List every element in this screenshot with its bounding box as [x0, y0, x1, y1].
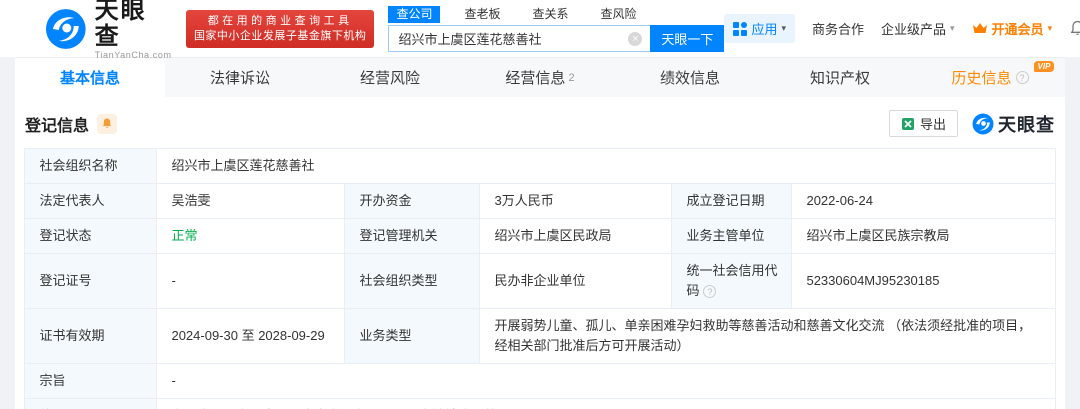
- field-value: 绍兴市上虞区民族宗教局: [792, 219, 1055, 254]
- detail-nav-tabs: 基本信息 法律诉讼 经营风险 经营信息 2 绩效信息 知识产权 VIP 历史信息…: [15, 57, 1065, 97]
- table-row: 证书有效期 2024-09-30 至 2028-09-29 业务类型 开展弱势儿…: [25, 309, 1055, 364]
- business-coop-link[interactable]: 商务合作: [812, 19, 864, 38]
- field-value: 吴浩雯: [157, 184, 345, 219]
- header-menu: 应用 ▾ 商务合作 企业级产品 ▾ 开通会员 ▾ 超级... ▾: [724, 14, 1080, 43]
- field-value: 52330604MJ95230185: [792, 254, 1055, 309]
- tianyancha-swirl-icon: [45, 8, 87, 50]
- tab-basic-info[interactable]: 基本信息: [15, 58, 165, 97]
- section-title: 登记信息: [25, 112, 89, 136]
- table-row: 社会组织名称 绍兴市上虞区莲花慈善社: [25, 149, 1055, 184]
- field-label: 社会组织类型: [345, 254, 480, 309]
- content-card: 基本信息 法律诉讼 经营风险 经营信息 2 绩效信息 知识产权 VIP 历史信息…: [15, 57, 1065, 409]
- registration-table: 社会组织名称 绍兴市上虞区莲花慈善社 法定代表人 吴浩雯 开办资金 3万人民币 …: [24, 148, 1055, 409]
- chevron-down-icon: ▾: [1048, 23, 1053, 34]
- table-row: 登记证号 - 社会组织类型 民办非企业单位 统一社会信用代码? 52330604…: [25, 254, 1055, 309]
- crown-icon: [972, 22, 988, 35]
- field-label: 成立登记日期: [672, 184, 792, 219]
- search-tab-risk[interactable]: 查风险: [592, 6, 644, 23]
- field-label: 证书有效期: [25, 309, 157, 364]
- table-row: 住所 浙江省绍兴市上虞区百官街道城东工业园区高铁辅路百草寺: [25, 399, 1055, 409]
- field-label: 社会组织名称: [25, 149, 157, 184]
- field-value: 民办非企业单位: [480, 254, 672, 309]
- chevron-down-icon: ▾: [950, 23, 955, 34]
- bell-icon: [1069, 20, 1080, 37]
- field-label: 宗旨: [25, 364, 157, 399]
- help-icon[interactable]: ?: [1016, 71, 1029, 84]
- logo-title: 天眼查: [95, 0, 172, 50]
- table-row: 登记状态 正常 登记管理机关 绍兴市上虞区民政局 业务主管单位 绍兴市上虞区民族…: [25, 219, 1055, 254]
- watermark-logo: 天眼查: [972, 111, 1055, 137]
- search-tab-boss[interactable]: 查老板: [456, 6, 508, 23]
- tab-legal-proceedings[interactable]: 法律诉讼: [165, 58, 315, 97]
- status-badge: 正常: [157, 219, 345, 254]
- apps-grid-icon: [733, 22, 747, 36]
- tab-history-info[interactable]: VIP 历史信息 ?: [915, 58, 1065, 97]
- tab-count-badge: 2: [568, 72, 574, 84]
- field-label: 开办资金: [345, 184, 480, 219]
- top-header: 天眼查 TianYanCha.com 都在用的商业查询工具 国家中小企业发展子基…: [0, 0, 1080, 57]
- vip-badge: VIP: [1034, 61, 1055, 72]
- export-button[interactable]: 导出: [889, 110, 958, 137]
- field-label: 登记状态: [25, 219, 157, 254]
- field-value: 3万人民币: [480, 184, 672, 219]
- tab-operation-info[interactable]: 经营信息 2: [465, 58, 615, 97]
- apps-menu[interactable]: 应用 ▾: [724, 14, 795, 43]
- field-value: -: [157, 254, 345, 309]
- search-tab-company[interactable]: 查公司: [388, 6, 440, 23]
- field-label: 登记证号: [25, 254, 157, 309]
- tab-intellectual-property[interactable]: 知识产权: [765, 58, 915, 97]
- clear-icon[interactable]: ×: [628, 32, 642, 46]
- field-value: 浙江省绍兴市上虞区百官街道城东工业园区高铁辅路百草寺: [157, 399, 1055, 409]
- table-row: 法定代表人 吴浩雯 开办资金 3万人民币 成立登记日期 2022-06-24: [25, 184, 1055, 219]
- enterprise-product-menu[interactable]: 企业级产品 ▾: [881, 19, 955, 38]
- field-value: 开展弱势儿童、孤儿、单亲困难孕妇救助等慈善活动和慈善文化交流 （依法须经批准的项…: [480, 309, 1055, 364]
- field-label: 业务主管单位: [672, 219, 792, 254]
- help-icon[interactable]: ?: [703, 285, 716, 298]
- section-header: 登记信息 导出 天眼查: [15, 97, 1065, 148]
- table-row: 宗旨 -: [25, 364, 1055, 399]
- field-value: -: [157, 364, 1055, 399]
- open-vip-menu[interactable]: 开通会员 ▾: [972, 19, 1053, 38]
- tianyancha-swirl-icon: [972, 113, 994, 135]
- search-button[interactable]: 天眼一下: [650, 25, 724, 52]
- search-area: 查公司 查老板 查关系 查风险 × 天眼一下: [388, 6, 724, 52]
- bell-icon: [101, 117, 113, 130]
- field-label: 登记管理机关: [345, 219, 480, 254]
- search-tab-relation[interactable]: 查关系: [524, 6, 576, 23]
- field-value: 绍兴市上虞区民政局: [480, 219, 672, 254]
- search-input[interactable]: [388, 25, 650, 52]
- search-tabs: 查公司 查老板 查关系 查风险: [388, 6, 724, 23]
- notifications-button[interactable]: [1069, 20, 1080, 37]
- field-label: 住所: [25, 399, 157, 409]
- tianyancha-logo[interactable]: 天眼查 TianYanCha.com: [45, 0, 172, 60]
- tab-performance-info[interactable]: 绩效信息: [615, 58, 765, 97]
- tab-operation-risk[interactable]: 经营风险: [315, 58, 465, 97]
- field-label: 法定代表人: [25, 184, 157, 219]
- field-value: 2022-06-24: [792, 184, 1055, 219]
- chevron-down-icon: ▾: [781, 23, 786, 34]
- export-excel-icon: [901, 117, 915, 131]
- field-value: 绍兴市上虞区莲花慈善社: [157, 149, 1055, 184]
- field-value: 2024-09-30 至 2028-09-29: [157, 309, 345, 364]
- subscribe-bell-button[interactable]: [97, 114, 117, 134]
- slogan-badge: 都在用的商业查询工具 国家中小企业发展子基金旗下机构: [186, 10, 375, 48]
- field-label: 业务类型: [345, 309, 480, 364]
- field-label: 统一社会信用代码?: [672, 254, 792, 309]
